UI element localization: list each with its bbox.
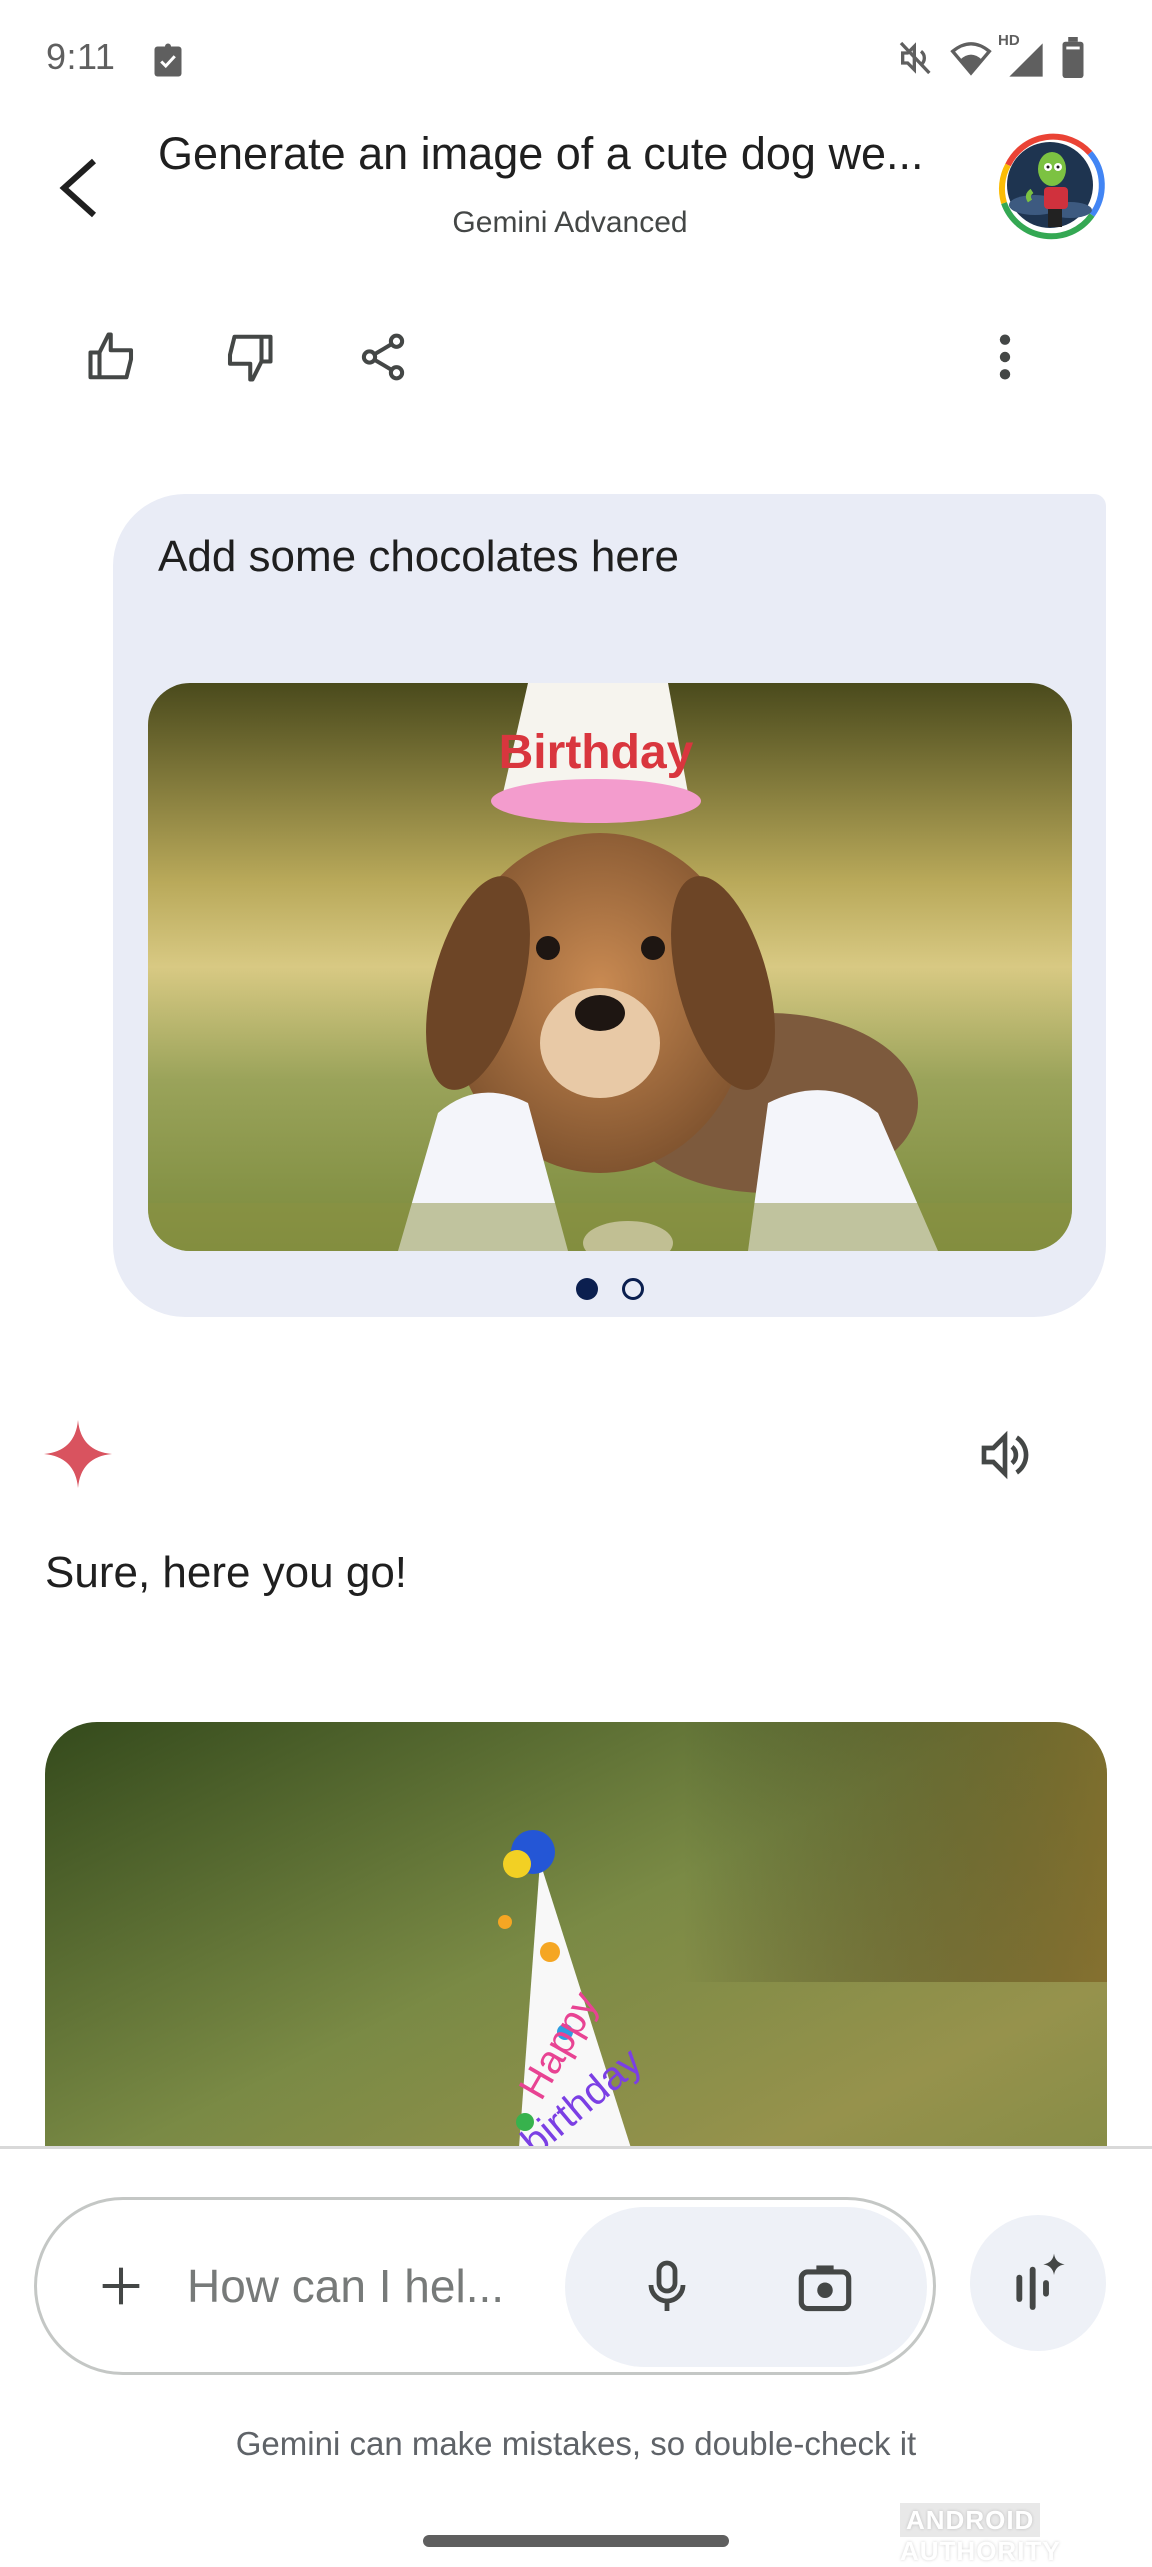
camera-button[interactable] [785, 2247, 865, 2327]
user-message-bubble: Add some chocolates here Birthday [113, 494, 1106, 1317]
composer-panel: Gemini can make mistakes, so double-chec… [0, 2146, 1152, 2566]
mic-icon [648, 2260, 686, 2311]
chat-title[interactable]: Generate an image of a cute dog we... [158, 128, 978, 180]
status-time: 9:11 [46, 36, 116, 77]
status-icons: HD [896, 32, 1086, 80]
avatar-image [999, 133, 1105, 240]
thumbs-up-icon [88, 332, 134, 380]
watermark-part1: ANDROID [900, 2503, 1041, 2537]
speaker-icon [981, 1430, 1029, 1480]
share-button[interactable] [343, 317, 423, 397]
wifi-icon [950, 42, 992, 76]
add-attachment-button[interactable] [81, 2246, 161, 2326]
signal-hd-icon: HD [998, 32, 1046, 80]
clipboard-check-icon [154, 43, 182, 77]
gemini-live-icon [1016, 2253, 1065, 2310]
puppy-image: Birthday [148, 683, 1072, 1251]
user-message-text: Add some chocolates here [158, 532, 679, 581]
camera-icon [798, 2265, 852, 2312]
home-indicator[interactable] [423, 2535, 729, 2547]
thumbs-down-icon [227, 334, 273, 382]
prompt-input[interactable] [187, 2250, 557, 2322]
account-avatar[interactable] [990, 125, 1110, 245]
listen-button[interactable] [965, 1415, 1045, 1495]
hat-text: Birthday [499, 726, 694, 779]
carousel-dot-active[interactable] [576, 1278, 598, 1300]
uploaded-image[interactable]: Birthday [148, 683, 1072, 1251]
thumbs-down-button[interactable] [208, 317, 288, 397]
more-vert-icon [999, 334, 1011, 380]
thumbs-up-button[interactable] [73, 317, 153, 397]
disclaimer-text: Gemini can make mistakes, so double-chec… [235, 2425, 917, 2462]
gemini-live-button[interactable] [970, 2215, 1106, 2351]
gemini-sparkle-icon [44, 1420, 112, 1488]
input-tools [565, 2207, 927, 2367]
back-arrow-icon [59, 158, 97, 218]
more-options-button[interactable] [965, 317, 1045, 397]
response-text: Sure, here you go! [45, 1548, 408, 1597]
back-button[interactable] [44, 150, 114, 226]
model-label: Gemini Advanced [452, 206, 688, 239]
watermark-part2: AUTHORITY [900, 2536, 1061, 2566]
carousel-dot[interactable] [622, 1278, 644, 1300]
share-icon [361, 333, 405, 381]
prompt-field[interactable] [34, 2197, 936, 2375]
voice-input-button[interactable] [627, 2247, 707, 2327]
plus-icon [102, 2267, 140, 2305]
battery-icon [1062, 37, 1084, 79]
mute-icon [899, 41, 931, 75]
watermark: ANDROID AUTHORITY [900, 2503, 1152, 2567]
